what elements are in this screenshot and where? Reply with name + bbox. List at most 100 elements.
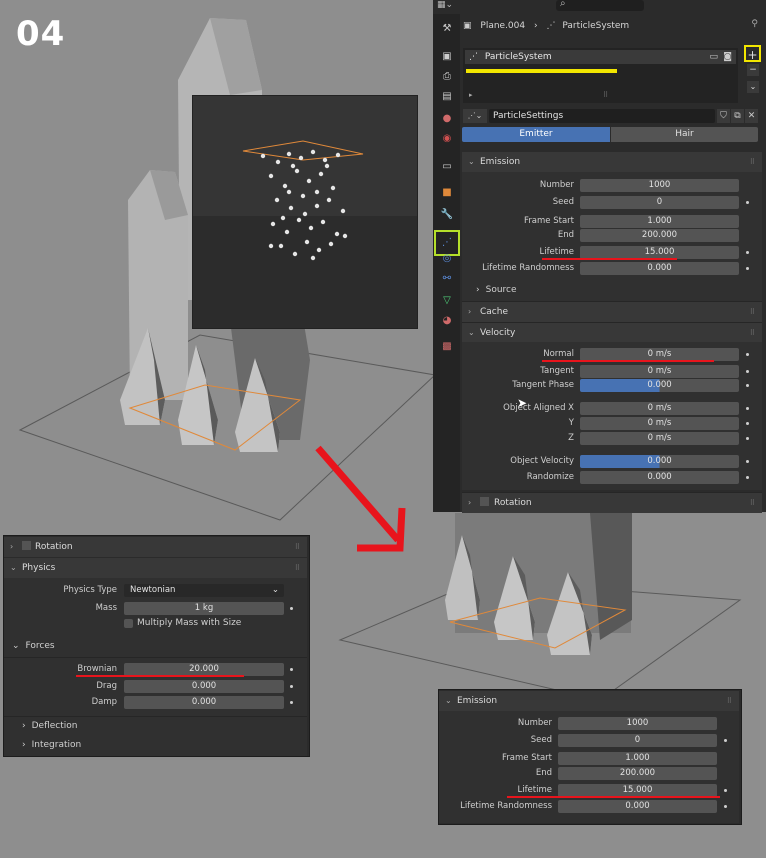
keyframe-dot[interactable]: [290, 685, 293, 688]
modifier-tab-icon[interactable]: 🔧: [439, 208, 455, 222]
lifetime-randomness-field[interactable]: 0.000: [558, 800, 717, 813]
damp-field[interactable]: 0.000: [124, 696, 284, 709]
rotation-panel-header[interactable]: › Rotation ⠿: [4, 537, 307, 557]
mass-field[interactable]: 1 kg: [124, 602, 284, 615]
randomize-field[interactable]: 0.000: [580, 471, 739, 484]
number-field[interactable]: 1000: [580, 179, 739, 192]
frame-start-field[interactable]: 1.000: [558, 752, 717, 765]
drag-grip-icon[interactable]: ⠿: [295, 558, 301, 578]
keyframe-dot[interactable]: [746, 384, 749, 387]
keyframe-dot[interactable]: [746, 201, 749, 204]
drag-field[interactable]: 0.000: [124, 680, 284, 693]
tangent-field[interactable]: 0 m/s: [580, 365, 739, 378]
keyframe-dot[interactable]: [724, 805, 727, 808]
drag-grip-icon[interactable]: ⠿: [750, 323, 756, 343]
drag-grip-icon[interactable]: ⠿: [750, 493, 756, 513]
drag-grip-icon[interactable]: ⠿: [750, 152, 756, 172]
keyframe-dot[interactable]: [746, 460, 749, 463]
source-subpanel-header[interactable]: › Source: [476, 284, 517, 297]
keyframe-dot[interactable]: [724, 739, 727, 742]
lifetime-annotation-line: [507, 796, 720, 798]
frame-start-label: Frame Start: [524, 216, 574, 226]
fake-user-icon[interactable]: ⛉: [717, 109, 730, 123]
world-tab-icon[interactable]: ◉: [439, 132, 455, 146]
seed-field[interactable]: 0: [580, 196, 739, 209]
seed-label: Seed: [530, 735, 552, 745]
object-velocity-field[interactable]: 0.000: [580, 455, 739, 468]
view-layer-tab-icon[interactable]: ▤: [439, 90, 455, 104]
keyframe-dot[interactable]: [746, 353, 749, 356]
keyframe-dot[interactable]: [724, 789, 727, 792]
object-aligned-z-field[interactable]: 0 m/s: [580, 432, 739, 445]
deflection-subpanel-header[interactable]: › Deflection: [22, 720, 77, 733]
keyframe-dot[interactable]: [746, 476, 749, 479]
keyframe-dot[interactable]: [746, 267, 749, 270]
properties-search-bar[interactable]: [556, 0, 644, 11]
subpanel-divider: [4, 716, 307, 717]
end-field[interactable]: 200.000: [580, 229, 739, 242]
keyframe-dot[interactable]: [746, 407, 749, 410]
constraints-tab-icon[interactable]: ⚯: [439, 272, 455, 286]
rotation-checkbox[interactable]: [22, 541, 31, 550]
tangent-phase-field[interactable]: 0.000: [580, 379, 739, 392]
tab-emitter[interactable]: Emitter: [462, 127, 610, 142]
editor-type-icon[interactable]: ▦⌄: [437, 0, 453, 10]
tool-tab-icon[interactable]: ⚒: [439, 22, 455, 36]
forces-subpanel-header[interactable]: ⌄ Forces: [12, 640, 55, 653]
frame-start-field[interactable]: 1.000: [580, 215, 739, 228]
object-aligned-z-label: Z: [568, 433, 574, 443]
end-field[interactable]: 200.000: [558, 767, 717, 780]
multiply-mass-checkbox[interactable]: [124, 619, 133, 628]
keyframe-dot[interactable]: [746, 370, 749, 373]
emission-panel-header[interactable]: ⌄ Emission ⠿: [462, 152, 762, 172]
material-tab-icon[interactable]: ◕: [439, 314, 455, 328]
particle-settings-name[interactable]: ParticleSettings: [489, 109, 715, 123]
keyframe-dot[interactable]: [290, 668, 293, 671]
texture-tab-icon[interactable]: ▩: [439, 340, 455, 354]
list-resize-grip[interactable]: ⠿: [603, 91, 608, 99]
viewport-visibility-icon[interactable]: ▭: [709, 50, 718, 64]
rotation-panel-header[interactable]: › Rotation ⠿: [462, 492, 762, 513]
lifetime-randomness-field[interactable]: 0.000: [580, 262, 739, 275]
chevron-down-icon: ⌄: [271, 585, 279, 595]
integration-subpanel-header[interactable]: › Integration: [22, 739, 81, 752]
drag-grip-icon[interactable]: ⠿: [295, 537, 301, 557]
object-aligned-x-field[interactable]: 0 m/s: [580, 402, 739, 415]
render-tab-icon[interactable]: ▣: [439, 50, 455, 64]
keyframe-dot[interactable]: [746, 251, 749, 254]
unlink-icon[interactable]: ✕: [745, 109, 758, 123]
seed-field[interactable]: 0: [558, 734, 717, 747]
highlight-underline: [466, 69, 617, 73]
data-tab-icon[interactable]: ▽: [439, 294, 455, 308]
keyframe-dot[interactable]: [290, 607, 293, 610]
list-specials-button[interactable]: ⌄: [747, 81, 759, 93]
physics-type-dropdown[interactable]: Newtonian ⌄: [124, 584, 284, 597]
output-tab-icon[interactable]: ⎙: [439, 70, 455, 84]
render-visibility-icon[interactable]: ◙: [723, 50, 732, 64]
collection-tab-icon[interactable]: ▭: [439, 160, 455, 174]
number-field[interactable]: 1000: [558, 717, 717, 730]
pin-icon[interactable]: ⚲: [751, 19, 758, 29]
object-tab-icon[interactable]: ■: [439, 186, 455, 200]
particle-settings-selector[interactable]: ⋰⌄: [463, 109, 487, 123]
object-aligned-y-field[interactable]: 0 m/s: [580, 417, 739, 430]
add-particle-system-button[interactable]: +: [744, 45, 761, 62]
duplicate-icon[interactable]: ⧉: [731, 109, 744, 123]
physics-tab-icon[interactable]: ◎: [439, 252, 455, 266]
remove-particle-system-button[interactable]: −: [747, 64, 759, 76]
cache-panel-header[interactable]: › Cache ⠿: [462, 301, 762, 322]
drag-grip-icon[interactable]: ⠿: [750, 302, 756, 322]
physics-panel-header[interactable]: ⌄ Physics ⠿: [4, 558, 307, 578]
drag-grip-icon[interactable]: ⠿: [727, 691, 733, 711]
chevron-down-icon: ⌄: [10, 563, 17, 572]
scene-tab-icon[interactable]: ●: [439, 112, 455, 126]
rotation-checkbox[interactable]: [480, 497, 489, 506]
list-item[interactable]: ⋰ ParticleSystem ▭ ◙: [465, 50, 736, 64]
keyframe-dot[interactable]: [746, 437, 749, 440]
emission-panel-header[interactable]: ⌄ Emission ⠿: [439, 691, 739, 711]
keyframe-dot[interactable]: [746, 422, 749, 425]
keyframe-dot[interactable]: [290, 701, 293, 704]
tab-hair[interactable]: Hair: [611, 127, 758, 142]
list-expand-icon[interactable]: ▸: [469, 91, 473, 99]
velocity-panel-header[interactable]: ⌄ Velocity ⠿: [462, 322, 762, 343]
